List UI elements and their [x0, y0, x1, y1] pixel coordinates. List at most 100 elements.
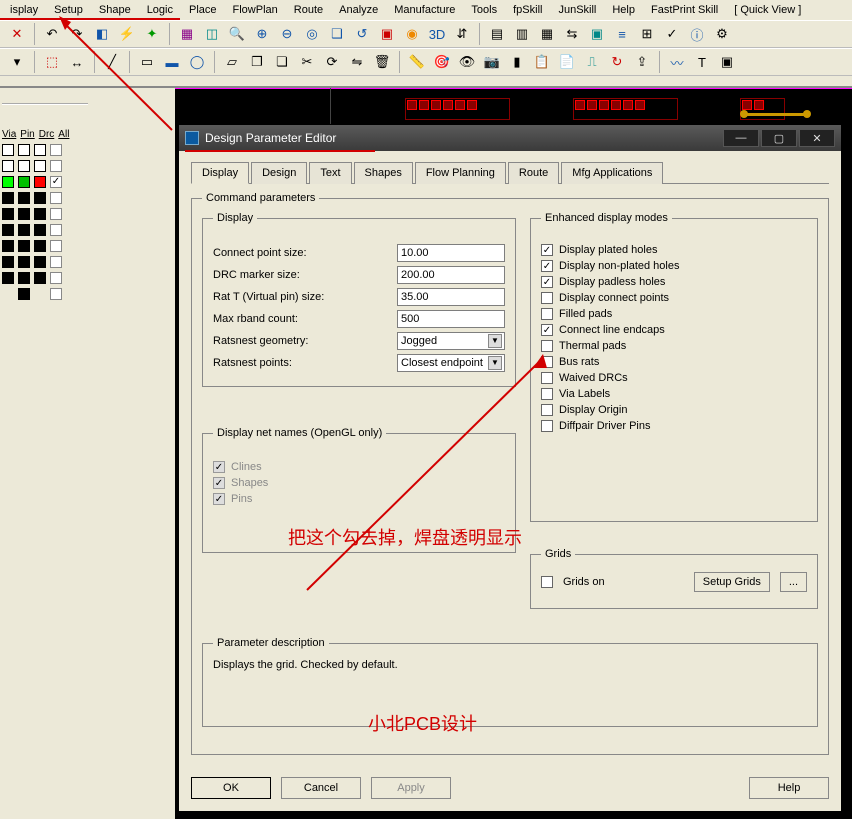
- layer-swatch[interactable]: [2, 224, 14, 236]
- layer-swatch[interactable]: [2, 192, 14, 204]
- flip-icon[interactable]: ⇵: [451, 23, 473, 45]
- layer-swatch[interactable]: [34, 192, 46, 204]
- tab-mfg[interactable]: Mfg Applications: [561, 162, 663, 184]
- layer-swatch[interactable]: [18, 208, 30, 220]
- export-icon[interactable]: ⇪: [631, 51, 653, 73]
- combo-ratsnest-points[interactable]: Closest endpoint ▼: [397, 354, 505, 372]
- layer-swatch[interactable]: [2, 144, 14, 156]
- layer-swatch[interactable]: [18, 176, 30, 188]
- redo-icon[interactable]: ↷: [66, 23, 88, 45]
- camera-icon[interactable]: 📷: [481, 51, 503, 73]
- tab-route[interactable]: Route: [508, 162, 559, 184]
- layer-visibility-checkbox[interactable]: [50, 224, 62, 236]
- drop-icon[interactable]: ▾: [6, 51, 28, 73]
- layer-swatch[interactable]: [18, 240, 30, 252]
- zoom-window-icon[interactable]: ❑: [326, 23, 348, 45]
- input-connect-point-size[interactable]: [397, 244, 505, 262]
- checkbox-enhanced-5[interactable]: [541, 324, 553, 336]
- lightning-icon[interactable]: ⚡: [116, 23, 138, 45]
- menu-display[interactable]: isplay: [4, 2, 44, 18]
- checkbox-enhanced-3[interactable]: [541, 292, 553, 304]
- show-icon[interactable]: 👁: [456, 51, 478, 73]
- zoom-out-icon[interactable]: ⊖: [276, 23, 298, 45]
- layer-swatch[interactable]: [18, 192, 30, 204]
- menu-place[interactable]: Place: [183, 2, 223, 18]
- menu-fpskill[interactable]: fpSkill: [507, 2, 548, 18]
- tab-flow-planning[interactable]: Flow Planning: [415, 162, 506, 184]
- ok-button[interactable]: OK: [191, 777, 271, 799]
- rotate-icon[interactable]: ⟳: [321, 51, 343, 73]
- layers-icon[interactable]: ◫: [201, 23, 223, 45]
- zoom-fit-icon[interactable]: 🔍: [226, 23, 248, 45]
- layer-swatch[interactable]: [34, 224, 46, 236]
- tab-design[interactable]: Design: [251, 162, 307, 184]
- maximize-button[interactable]: ▢: [761, 129, 797, 147]
- tab-text[interactable]: Text: [309, 162, 351, 184]
- shape-rect-icon[interactable]: ▭: [136, 51, 158, 73]
- layer-swatch[interactable]: [34, 208, 46, 220]
- cut-icon[interactable]: ✂: [296, 51, 318, 73]
- menu-manufacture[interactable]: Manufacture: [388, 2, 461, 18]
- settings-icon[interactable]: ⚙: [711, 23, 733, 45]
- constraint-icon[interactable]: ▣: [586, 23, 608, 45]
- tab-shapes[interactable]: Shapes: [354, 162, 413, 184]
- move-icon[interactable]: ↔: [66, 51, 88, 73]
- check-icon[interactable]: ✓: [661, 23, 683, 45]
- layer-visibility-checkbox[interactable]: [50, 144, 62, 156]
- layer-swatch[interactable]: [34, 144, 46, 156]
- zoom-center-icon[interactable]: ◎: [301, 23, 323, 45]
- checkbox-enhanced-0[interactable]: [541, 244, 553, 256]
- layer-swatch[interactable]: [34, 160, 46, 172]
- hdr-via[interactable]: Via: [2, 129, 16, 140]
- line-icon[interactable]: ╱: [101, 51, 123, 73]
- menu-logic[interactable]: Logic: [141, 2, 179, 18]
- undo-icon[interactable]: ↶: [41, 23, 63, 45]
- layer-visibility-checkbox[interactable]: [50, 240, 62, 252]
- mirror-icon[interactable]: ⇋: [346, 51, 368, 73]
- menu-analyze[interactable]: Analyze: [333, 2, 384, 18]
- checkbox-grids-on[interactable]: [541, 576, 553, 588]
- dialog-titlebar[interactable]: Design Parameter Editor — ▢ ✕: [179, 125, 841, 151]
- zoom-in-icon[interactable]: ⊕: [251, 23, 273, 45]
- hdr-all[interactable]: All: [58, 129, 69, 140]
- cancel-button[interactable]: Cancel: [281, 777, 361, 799]
- layer-visibility-checkbox[interactable]: [50, 192, 62, 204]
- layer-swatch[interactable]: [18, 272, 30, 284]
- checkbox-enhanced-11[interactable]: [541, 420, 553, 432]
- paste-icon[interactable]: ❏: [271, 51, 293, 73]
- combo-ratsnest-geometry[interactable]: Jogged ▼: [397, 332, 505, 350]
- menu-tools[interactable]: Tools: [465, 2, 503, 18]
- menu-fastprint[interactable]: FastPrint Skill: [645, 2, 724, 18]
- menu-quickview[interactable]: [ Quick View ]: [728, 2, 807, 18]
- input-rat-t-size[interactable]: [397, 288, 505, 306]
- bus-icon[interactable]: ≡: [611, 23, 633, 45]
- shape-circle-icon[interactable]: ◯: [186, 51, 208, 73]
- minimize-button[interactable]: —: [723, 129, 759, 147]
- color-icon[interactable]: ◉: [401, 23, 423, 45]
- list-icon[interactable]: 📋: [531, 51, 553, 73]
- align-icon[interactable]: ▤: [486, 23, 508, 45]
- distribute-icon[interactable]: ▥: [511, 23, 533, 45]
- layer-swatch[interactable]: [18, 160, 30, 172]
- measure-icon[interactable]: 📏: [406, 51, 428, 73]
- hdr-pin[interactable]: Pin: [20, 129, 34, 140]
- tool-icon[interactable]: ◧: [91, 23, 113, 45]
- layer-swatch[interactable]: [18, 224, 30, 236]
- menu-help[interactable]: Help: [606, 2, 641, 18]
- info-icon[interactable]: ⓘ: [686, 23, 708, 45]
- layer-swatch[interactable]: [2, 240, 14, 252]
- close-button[interactable]: ✕: [799, 129, 835, 147]
- layer-visibility-checkbox[interactable]: [50, 208, 62, 220]
- help-button[interactable]: Help: [749, 777, 829, 799]
- sync-icon[interactable]: ↻: [606, 51, 628, 73]
- setup-grids-button[interactable]: Setup Grids: [694, 572, 770, 592]
- layer-visibility-checkbox[interactable]: [50, 288, 62, 300]
- layer-visibility-checkbox[interactable]: [50, 176, 62, 188]
- layer-swatch[interactable]: [2, 256, 14, 268]
- apply-button[interactable]: Apply: [371, 777, 451, 799]
- pin-icon[interactable]: ✦: [141, 23, 163, 45]
- grid-icon[interactable]: ▦: [176, 23, 198, 45]
- barcode-icon[interactable]: ▮: [506, 51, 528, 73]
- stop-icon[interactable]: ▣: [376, 23, 398, 45]
- layer-swatch[interactable]: [18, 288, 30, 300]
